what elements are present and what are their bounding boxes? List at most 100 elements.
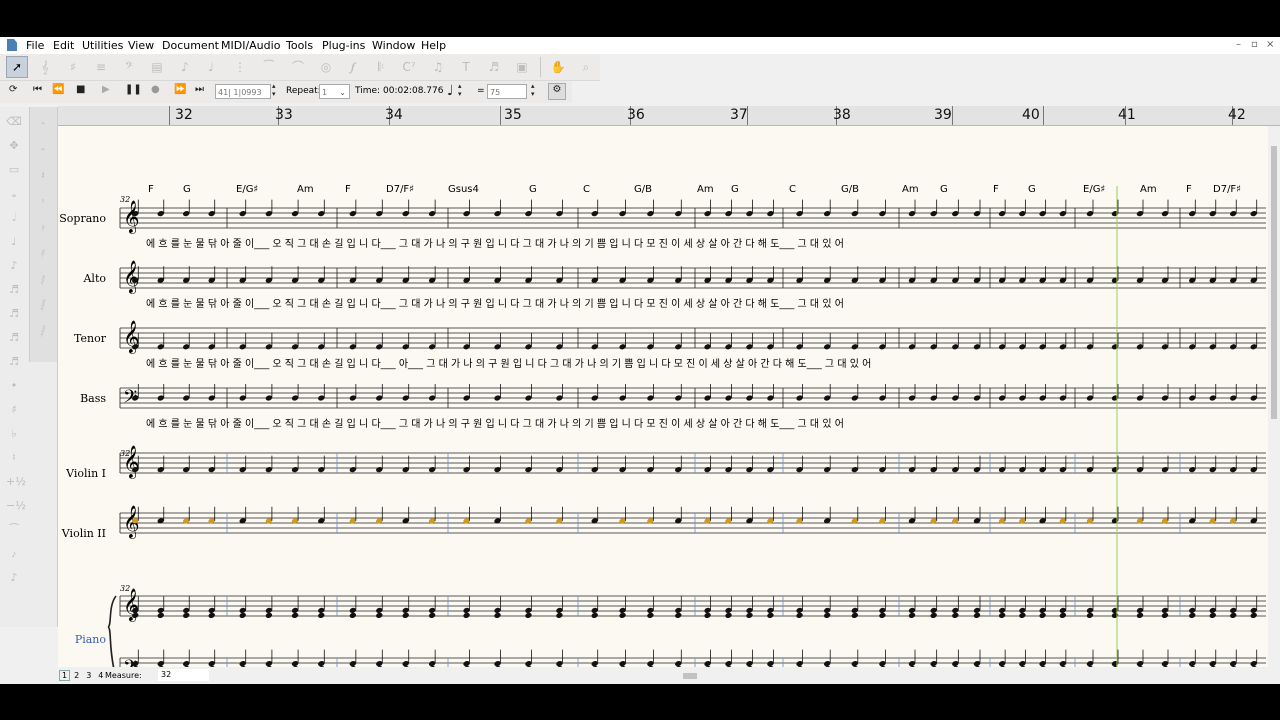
32nd-note-icon[interactable]: ♬ (6, 307, 22, 320)
tuplet-tool-icon[interactable]: ⋮ (230, 57, 250, 77)
play-icon[interactable]: ▶ (102, 84, 110, 95)
hand-grabber-tool-icon[interactable]: ✋ (548, 57, 568, 77)
quarter-rest-icon[interactable]: 𝄽 (35, 169, 51, 183)
menu-document[interactable]: Document (162, 38, 219, 53)
measure-number-38[interactable]: 38 (833, 107, 851, 123)
natural-icon[interactable]: ♮ (6, 451, 22, 464)
measure-number-39[interactable]: 39 (934, 107, 952, 123)
forward-to-end-icon[interactable]: ⏭ (195, 84, 204, 95)
close-button[interactable]: × (1266, 39, 1274, 50)
clef-tool-icon[interactable]: 𝄢 (119, 57, 139, 77)
score-canvas[interactable]: Soprano Alto Tenor Bass Violin I Violin II Pia… (58, 126, 1268, 667)
measure-number-40[interactable]: 40 (1022, 107, 1040, 123)
position-field[interactable]: 41| 1|0993 (215, 84, 271, 99)
menu-plug-ins[interactable]: Plug-ins (322, 38, 365, 53)
move-icon[interactable]: ✥ (6, 139, 22, 152)
treble-clef: 𝄞 (123, 260, 140, 294)
64th-note-icon[interactable]: ♬ (6, 331, 22, 344)
eighth-rest-icon[interactable]: 𝄾 (35, 195, 51, 209)
tempo-unit-spinner-icon[interactable]: ▴ ▾ (458, 82, 462, 98)
fast-forward-icon[interactable]: ⏩ (174, 84, 186, 95)
rest-icon[interactable]: 𝄼 (35, 117, 51, 131)
measure-number-34[interactable]: 34 (385, 107, 403, 123)
text-tool-icon[interactable]: T (456, 57, 476, 77)
tuplet-icon[interactable]: ♪ (6, 571, 22, 584)
eraser-icon[interactable]: ⌫ (6, 115, 22, 128)
speedy-entry-tool-icon[interactable]: ♩ (201, 57, 221, 77)
half-step-up-icon[interactable]: +½ (6, 475, 26, 488)
smart-shape-tool-icon[interactable]: ⌒ (288, 57, 308, 77)
menu-tools[interactable]: Tools (286, 38, 313, 53)
playback-settings-gear-icon[interactable]: ⚙ (548, 83, 566, 100)
page-tab-2[interactable]: 2 (71, 670, 82, 681)
menu-utilities[interactable]: Utilities (82, 38, 123, 53)
horizontal-scroll-thumb[interactable] (683, 673, 697, 679)
stop-icon[interactable]: ■ (76, 84, 85, 95)
menu-window[interactable]: Window (372, 38, 415, 53)
128th-rest-icon[interactable]: 𝅂 (35, 299, 51, 313)
simple-entry-tool-icon[interactable]: ♪ (175, 57, 195, 77)
expression-tool-icon[interactable]: ◎ (316, 57, 336, 77)
minimize-button[interactable]: – (1236, 39, 1241, 50)
sharp-icon[interactable]: ♯ (6, 403, 22, 416)
pause-icon[interactable]: ❚❚ (125, 84, 142, 95)
flat-icon[interactable]: ♭ (6, 427, 22, 440)
key-signature-tool-icon[interactable]: ♯ (63, 57, 83, 77)
chord-symbol: D7/F♯ (1213, 184, 1241, 195)
menu-view[interactable]: View (128, 38, 154, 53)
zoom-tool-icon[interactable]: ⌕ (576, 57, 596, 77)
page-tab-3[interactable]: 3 (83, 670, 94, 681)
page-layout-tool-icon[interactable]: ▣ (512, 57, 532, 77)
beam-icon[interactable]: ▭ (6, 163, 22, 176)
measure-number-32[interactable]: 32 (175, 107, 193, 123)
measure-number-36[interactable]: 36 (627, 107, 645, 123)
256th-rest-icon[interactable]: 𝅂 (35, 325, 51, 339)
half-rest-icon[interactable]: 𝄼 (35, 143, 51, 157)
half-step-down-icon[interactable]: −½ (6, 499, 26, 512)
restore-button[interactable]: ▫ (1251, 39, 1258, 50)
vertical-scrollbar[interactable] (1268, 126, 1280, 667)
menu-midi-audio[interactable]: MIDI/Audio (221, 38, 280, 53)
half-note-icon[interactable]: 𝅗𝅥 (6, 211, 22, 225)
repeat-dropdown[interactable]: 1 ⌄ (319, 84, 350, 99)
menu-file[interactable]: File (26, 38, 44, 53)
measure-field[interactable]: 32 (158, 669, 209, 681)
sixteenth-note-icon[interactable]: ♬ (6, 283, 22, 296)
quarter-note-icon[interactable]: ♩ (6, 235, 22, 248)
measure-number-42[interactable]: 42 (1228, 107, 1246, 123)
staff-tool-icon[interactable]: 𝄞 (35, 57, 55, 77)
tempo-spinner-icon[interactable]: ▴ ▾ (531, 82, 535, 98)
64th-rest-icon[interactable]: 𝅁 (35, 273, 51, 287)
eighth-note-icon[interactable]: ♪ (6, 259, 22, 272)
articulation-tool-icon[interactable]: ⁀ (259, 57, 279, 77)
sixteenth-rest-icon[interactable]: 𝄿 (35, 221, 51, 235)
loop-icon[interactable]: ⟳ (9, 84, 17, 95)
lyrics-tool-icon[interactable]: ♫ (428, 57, 448, 77)
repeat-tool-icon[interactable]: 𝄆 (371, 57, 391, 77)
whole-note-icon[interactable]: 𝅝 (6, 187, 22, 201)
rewind-to-start-icon[interactable]: ⏮ (33, 84, 42, 95)
128th-note-icon[interactable]: ♬ (6, 355, 22, 368)
grace-note-icon[interactable]: 𝆔 (6, 547, 22, 561)
graphics-tool-icon[interactable]: ♬ (484, 57, 504, 77)
vertical-scroll-thumb[interactable] (1271, 146, 1277, 419)
time-signature-tool-icon[interactable]: ≡ (91, 57, 111, 77)
chord-tool-icon[interactable]: C⁷ (399, 57, 419, 77)
menu-help[interactable]: Help (421, 38, 446, 53)
measure-number-35[interactable]: 35 (504, 107, 522, 123)
rewind-icon[interactable]: ⏪ (52, 84, 64, 95)
measure-number-41[interactable]: 41 (1118, 107, 1136, 123)
32nd-rest-icon[interactable]: 𝅀 (35, 247, 51, 261)
menu-edit[interactable]: Edit (53, 38, 74, 53)
tempo-field[interactable]: 75 (487, 84, 527, 99)
measure-tool-icon[interactable]: ▤ (147, 57, 167, 77)
dynamics-tool-icon[interactable]: 𝆑 (343, 57, 363, 77)
selection-tool-icon[interactable]: ➚ (6, 56, 28, 78)
measure-number-33[interactable]: 33 (275, 107, 293, 123)
measure-number-37[interactable]: 37 (730, 107, 748, 123)
page-tab-1[interactable]: 1 (59, 670, 71, 681)
tie-icon[interactable]: ⁀ (6, 523, 22, 536)
record-icon[interactable]: ● (151, 84, 160, 95)
augmentation-dot-icon[interactable]: • (6, 379, 22, 392)
position-spinner-icon[interactable]: ▴ ▾ (272, 82, 276, 98)
